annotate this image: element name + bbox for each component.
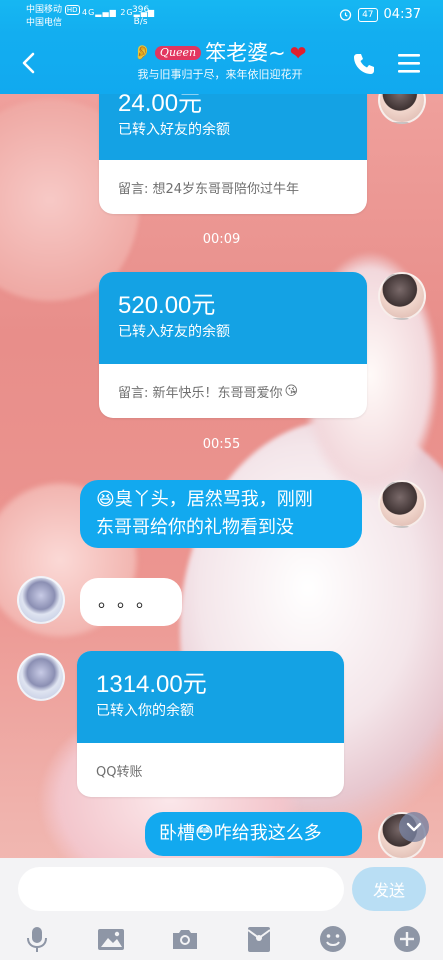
message-text: 卧槽 bbox=[159, 823, 195, 844]
message-timestamp: 00:09 bbox=[202, 232, 241, 247]
plus-icon bbox=[394, 926, 420, 952]
contact-name: 笨老婆~ bbox=[205, 41, 286, 65]
chevron-down-icon bbox=[406, 822, 422, 832]
transfer-amount: 520.00元 bbox=[118, 292, 216, 319]
text-message[interactable]: 。。。 bbox=[80, 578, 182, 626]
network-rate-value: 396 bbox=[132, 5, 150, 15]
menu-button[interactable] bbox=[395, 50, 423, 76]
my-avatar[interactable] bbox=[378, 272, 426, 320]
emoji-icon bbox=[320, 926, 346, 952]
chat-header: 👂 Queen 笨老婆~ ❤ 我与旧事归于尽，来年依旧迎花开 bbox=[0, 34, 443, 94]
camera-button[interactable] bbox=[170, 924, 200, 954]
carrier-2: 中国电信 bbox=[26, 18, 63, 28]
clock: 04:37 bbox=[383, 7, 421, 22]
image-icon bbox=[98, 929, 124, 950]
laughing-emoji-icon: 😆 bbox=[96, 489, 115, 510]
status-bar: 中国移动 HD 中国电信 4G▂▄▆ 2G▂▄▆ 396 B/s 47 04:3… bbox=[0, 0, 443, 34]
message-input[interactable] bbox=[18, 867, 344, 911]
message-list[interactable]: 24.00元 已转入好友的余额 留言: 想24岁东哥哥陪你过牛年 00:09 5… bbox=[0, 76, 443, 860]
image-button[interactable] bbox=[96, 924, 126, 954]
queen-badge: Queen bbox=[154, 46, 202, 60]
carrier-1: 中国移动 bbox=[26, 5, 63, 15]
carrier-info: 中国移动 HD 中国电信 bbox=[26, 4, 80, 30]
chat-title-area[interactable]: 👂 Queen 笨老婆~ ❤ 我与旧事归于尽，来年依旧迎花开 bbox=[90, 40, 350, 83]
transfer-status: 已转入你的余额 bbox=[96, 703, 194, 719]
transfer-status: 已转入好友的余额 bbox=[118, 122, 230, 138]
red-packet-button[interactable] bbox=[244, 924, 274, 954]
back-button[interactable] bbox=[14, 48, 44, 78]
message-text: 咋给我这么多 bbox=[213, 823, 322, 844]
text-message[interactable]: 😆臭丫头，居然骂我，刚刚 东哥哥给你的礼物看到没 bbox=[80, 480, 362, 548]
send-button[interactable]: 发送 bbox=[352, 867, 426, 911]
call-button[interactable] bbox=[350, 50, 378, 78]
signal-bars-icon: ▂▄▆ bbox=[95, 8, 117, 17]
more-button[interactable] bbox=[392, 924, 422, 954]
heart-icon: ❤ bbox=[289, 41, 307, 65]
transfer-card[interactable]: 520.00元 已转入好友的余额 留言: 新年快乐！东哥哥爱你 😘 bbox=[99, 272, 367, 418]
kiss-emoji-icon: 😘 bbox=[284, 383, 299, 399]
message-line: 东哥哥给你的礼物看到没 bbox=[96, 517, 294, 538]
ear-icon: 👂 bbox=[133, 45, 151, 61]
hamburger-menu-icon bbox=[398, 54, 420, 73]
red-packet-icon bbox=[247, 927, 271, 952]
battery-indicator: 47 bbox=[358, 7, 378, 22]
contact-avatar[interactable] bbox=[17, 576, 65, 624]
contact-avatar[interactable] bbox=[17, 653, 65, 701]
chevron-left-icon bbox=[22, 52, 35, 74]
transfer-amount: 1314.00元 bbox=[96, 671, 207, 698]
network-rate-unit: B/s bbox=[133, 17, 148, 27]
text-message[interactable]: 卧槽😳咋给我这么多 bbox=[145, 812, 362, 856]
transfer-note: 留言: 想24岁东哥哥陪你过牛年 bbox=[118, 181, 300, 197]
transfer-note: QQ转账 bbox=[96, 764, 143, 780]
message-line: 臭丫头，居然骂我，刚刚 bbox=[114, 489, 313, 510]
emoji-button[interactable] bbox=[318, 924, 348, 954]
transfer-card[interactable]: 1314.00元 已转入你的余额 QQ转账 bbox=[77, 651, 344, 797]
voice-button[interactable] bbox=[22, 924, 52, 954]
mic-icon bbox=[27, 927, 47, 952]
scroll-to-bottom-button[interactable] bbox=[399, 812, 429, 842]
transfer-status: 已转入好友的余额 bbox=[118, 324, 230, 340]
my-avatar[interactable] bbox=[378, 480, 426, 528]
network-rate: 396 B/s bbox=[132, 4, 149, 28]
input-toolbar bbox=[0, 918, 443, 958]
message-timestamp: 00:55 bbox=[202, 437, 241, 452]
alarm-icon bbox=[339, 9, 352, 21]
transfer-card[interactable]: 24.00元 已转入好友的余额 留言: 想24岁东哥哥陪你过牛年 bbox=[99, 80, 367, 214]
transfer-note: 留言: 新年快乐！东哥哥爱你 bbox=[118, 385, 283, 401]
contact-signature: 我与旧事归于尽，来年依旧迎花开 bbox=[137, 68, 303, 81]
camera-icon bbox=[173, 930, 197, 949]
shocked-emoji-icon: 😳 bbox=[195, 823, 214, 844]
phone-icon bbox=[354, 54, 374, 74]
signal-label-1: 4G bbox=[82, 8, 96, 17]
input-bar: 发送 bbox=[0, 858, 443, 960]
hd-badge: HD bbox=[64, 5, 80, 15]
